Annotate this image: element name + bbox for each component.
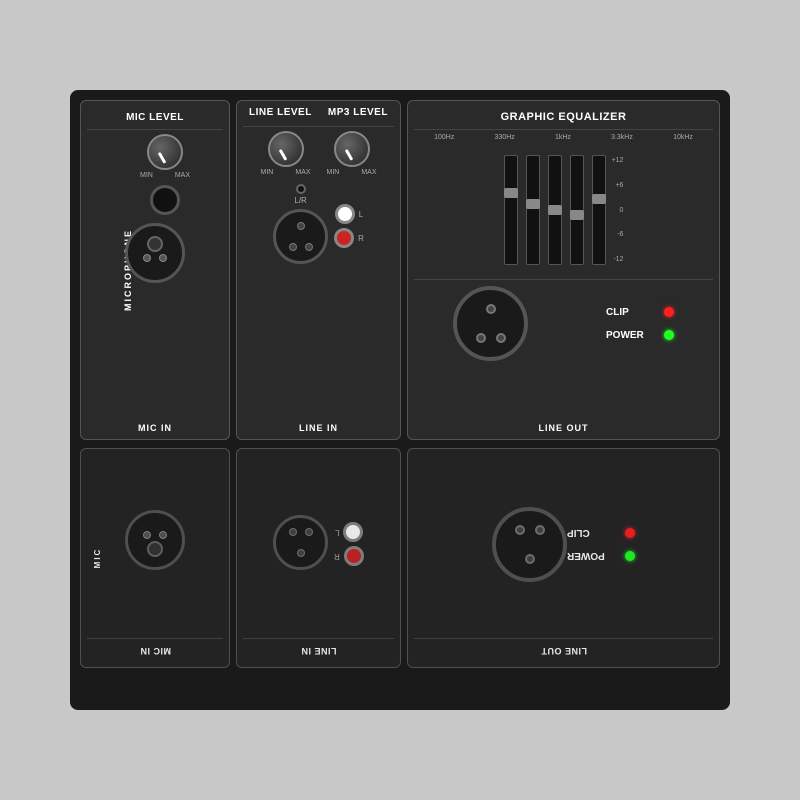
eq-scale-6: +6 [612,182,624,189]
bottom-mic-section: MIC IN MIC [80,448,230,668]
bottom-line-xlr [273,515,328,570]
eq-freq-labels: 100Hz 330Hz 1kHz 3.3kHz 10kHz [414,134,713,141]
mic-knob-area: MIN MAX [140,134,190,215]
line-in-label: LINE IN [299,423,338,433]
mp3-level-knob[interactable] [334,131,370,167]
mic-knob-labels: MIN MAX [140,172,190,179]
clip-led [664,307,674,317]
line-level-title: LINE LEVEL [249,107,312,118]
line-min-label: MIN [261,169,274,176]
bottom-rca-r-label: R [334,552,340,561]
bottom-clip-row: CLIP [567,528,635,539]
xlr-sm-top-pin [297,222,305,230]
line-knob-group: MIN MAX [261,131,311,176]
mp3-knob-group: MIN MAX [327,131,377,176]
mic-xlr-connector[interactable] [125,223,185,283]
eq-freq-3k: 3.3kHz [611,134,633,141]
rca-l-label: L [359,210,363,219]
clip-indicator-row: CLIP [606,307,674,318]
xlr-large-pin-2 [496,333,506,343]
eq-title: GRAPHIC EQUALIZER [501,111,627,123]
bottom-lineout-title: LINE OUT [541,646,587,656]
mic-in-label: MIC IN [138,423,172,433]
rca-r-connector[interactable] [334,228,354,248]
line-controls: MIN MAX MIN MAX [261,131,377,176]
main-panel: MIC LEVEL MICROPHONE MIN MAX MIC IN [70,90,730,710]
lr-label: L/R [294,196,306,205]
mic-level-title: MIC LEVEL [126,112,184,123]
bottom-line-title: LINE IN [301,646,337,656]
xlr-large-pin-1 [476,333,486,343]
bottom-clip-label: CLIP [567,528,617,539]
eq-slider-3[interactable] [548,155,562,265]
line-level-knob[interactable] [268,131,304,167]
bottom-line-section: LINE IN R L [236,448,401,668]
line-section: LINE LEVEL MP3 LEVEL MIN MAX MIN MAX [236,100,401,440]
bottom-mic-title: MIC IN [140,646,171,656]
eq-freq-100: 100Hz [434,134,454,141]
eq-slider-2[interactable] [526,155,540,265]
mic-level-knob[interactable] [147,134,183,170]
eq-section: GRAPHIC EQUALIZER 100Hz 330Hz 1kHz 3.3kH… [407,100,720,440]
xlr-pin-1 [143,254,151,262]
mp3-level-title: MP3 LEVEL [328,107,388,118]
bottom-rca-l-label: L [335,528,339,537]
xlr-sm-pin-2 [305,243,313,251]
xlr-sm-bottom-pins [289,243,313,251]
eq-sliders [504,150,606,270]
eq-slider-1[interactable] [504,155,518,265]
eq-scale-0: 0 [612,207,624,214]
line-out-label: LINE OUT [539,423,589,433]
bottom-lineout-xlr [492,507,567,582]
bottom-rca-r [344,547,364,567]
eq-scale: +12 +6 0 -6 -12 [612,155,624,265]
eq-slider-4[interactable] [570,155,584,265]
power-label: POWER [606,330,656,341]
line-max-label: MAX [295,169,310,176]
bottom-power-led [625,551,635,561]
mic-max-label: MAX [175,172,190,179]
eq-scale-n6: -6 [612,231,624,238]
line-knob-labels: MIN MAX [261,169,311,176]
eq-freq-1k: 1kHz [555,134,571,141]
top-panel: MIC LEVEL MICROPHONE MIN MAX MIC IN [80,100,720,440]
line-lr-dot [296,184,306,194]
mp3-knob-labels: MIN MAX [327,169,377,176]
clip-label: CLIP [606,307,656,318]
power-indicator-row: POWER [606,330,674,341]
rca-r-label: R [358,234,364,243]
bottom-power-label: POWER [567,551,617,562]
eq-freq-10k: 10kHz [673,134,693,141]
eq-sliders-area: +12 +6 0 -6 -12 [504,145,624,275]
indicators: CLIP POWER [606,307,674,341]
bottom-power-row: POWER [567,551,635,562]
line-xlr-connector[interactable] [273,209,328,264]
xlr-large-top-pin [486,304,496,314]
power-led [664,330,674,340]
eq-scale-n12: -12 [612,256,624,263]
xlr-pin-2 [159,254,167,262]
bottom-rca-l [343,523,363,543]
bottom-xlr-connector [125,511,185,571]
mic-xlr-pins [143,254,167,262]
rca-l-connector[interactable] [335,204,355,224]
xlr-large-bottom-pins [476,333,506,343]
bottom-panel: MIC IN MIC LINE IN [80,448,720,668]
line-out-xlr[interactable] [453,286,528,361]
bottom-lineout-section: LINE OUT POWER [407,448,720,668]
xlr-sm-pin-1 [289,243,297,251]
mic-section: MIC LEVEL MICROPHONE MIN MAX MIC IN [80,100,230,440]
bottom-clip-led [625,528,635,538]
eq-slider-5[interactable] [592,155,606,265]
eq-freq-330: 330Hz [495,134,515,141]
bottom-mic-vertical: MIC [93,548,102,569]
mic-trs-jack[interactable] [150,185,180,215]
mic-min-label: MIN [140,172,153,179]
bottom-indicators: POWER CLIP [567,528,635,562]
eq-scale-12: +12 [612,157,624,164]
